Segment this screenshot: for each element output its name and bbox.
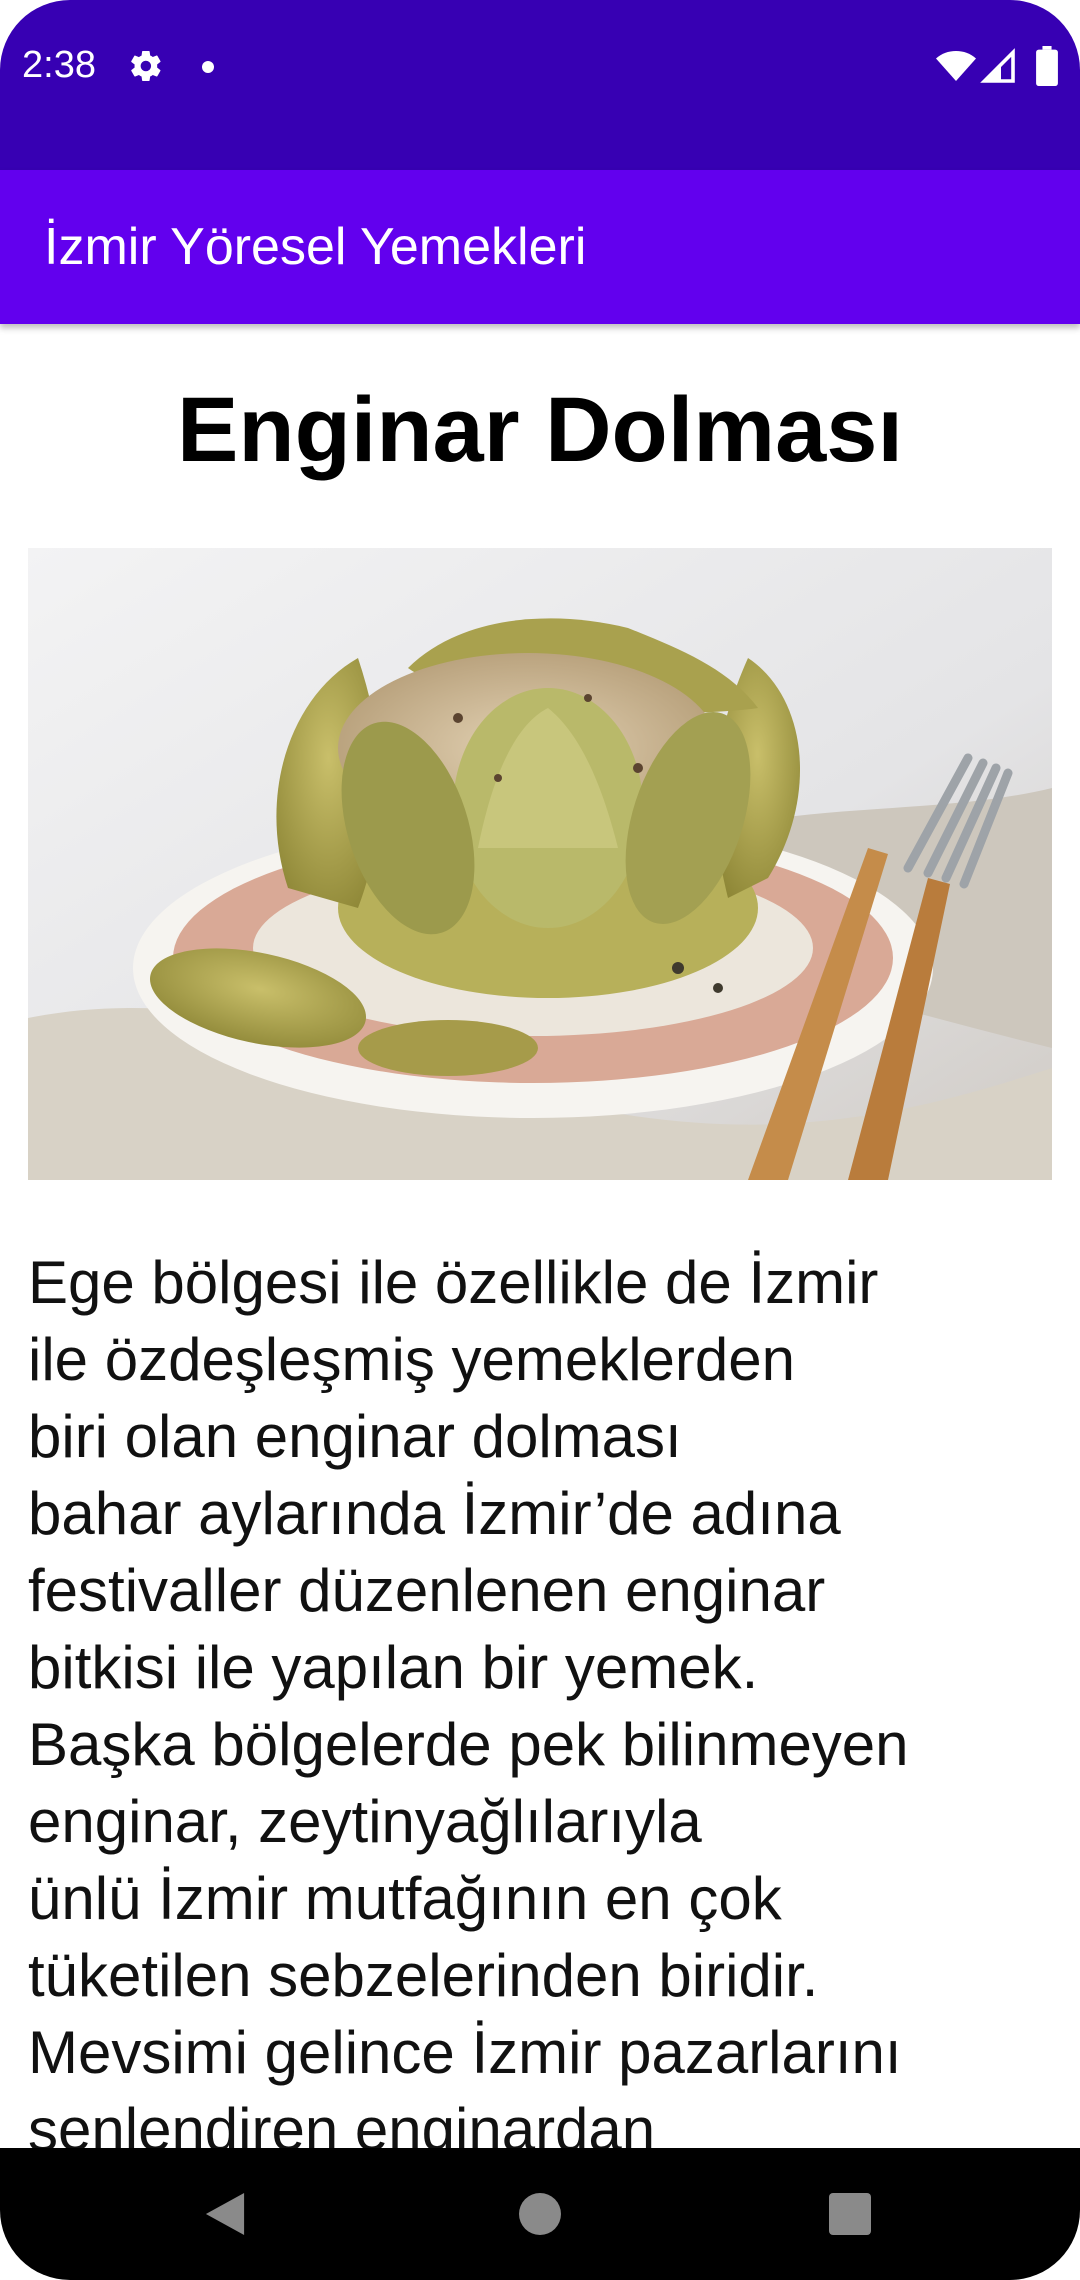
wifi-icon (936, 51, 976, 81)
home-icon[interactable] (519, 2193, 561, 2235)
app-title: İzmir Yöresel Yemekleri (44, 218, 587, 276)
scroll-content[interactable]: Enginar Dolması Ege bölgesi ile özellikl… (0, 324, 1080, 2148)
description-line: tüketilen sebzelerinden biridir. (28, 1942, 819, 2009)
description-line: biri olan enginar dolması (28, 1403, 682, 1470)
battery-icon (1036, 46, 1058, 86)
status-time: 2:38 (22, 44, 96, 86)
description-line: Ege bölgesi ile özellikle de İzmir (28, 1249, 879, 1316)
description-line: şenlendiren enginardan (28, 2096, 656, 2148)
description-line: festivaller düzenlenen enginar (28, 1557, 826, 1624)
app-bar: İzmir Yöresel Yemekleri (0, 170, 1080, 324)
recents-icon[interactable] (829, 2193, 871, 2235)
status-bar: 2:38 (0, 0, 1080, 170)
description-line: bahar aylarında İzmir’de adına (28, 1480, 841, 1547)
recipe-title: Enginar Dolması (177, 379, 903, 481)
notification-dot-icon (202, 61, 214, 73)
description-line: enginar, zeytinyağlılarıyla (28, 1788, 702, 1855)
description-line: Mevsimi gelince İzmir pazarlarını (28, 2019, 902, 2086)
cell-signal-icon (980, 48, 1015, 83)
description-line: Başka bölgelerde pek bilinmeyen (28, 1711, 909, 1778)
recipe-description: Ege bölgesi ile özellikle de İzmir ile ö… (28, 1244, 1058, 2148)
description-line: ünlü İzmir mutfağının en çok (28, 1865, 782, 1932)
dish-photo (28, 548, 1052, 1180)
back-icon[interactable] (205, 2193, 245, 2235)
settings-icon (131, 50, 161, 82)
description-line: bitkisi ile yapılan bir yemek. (28, 1634, 759, 1701)
description-line: ile özdeşleşmiş yemeklerden (28, 1326, 795, 1393)
navigation-bar (0, 2148, 1080, 2280)
